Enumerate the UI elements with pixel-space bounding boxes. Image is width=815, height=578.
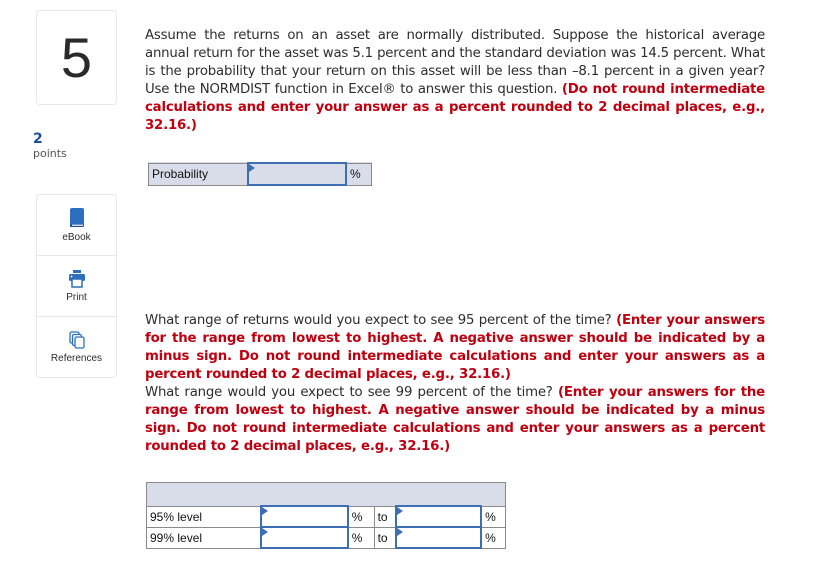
range-95-high-input[interactable] <box>397 507 481 526</box>
range-95-high-cell[interactable] <box>395 505 483 528</box>
print-label: Print <box>66 291 87 303</box>
range-table-header <box>146 482 506 507</box>
question-part2-95-body: What range of returns would you expect t… <box>145 313 617 328</box>
range-95-low-input[interactable] <box>261 507 347 526</box>
probability-label: Probability <box>148 162 249 186</box>
printer-icon <box>68 269 85 288</box>
range-row-label: 99% level <box>145 526 262 549</box>
points-label: points <box>33 147 67 160</box>
range-table: 95% level % to % 99% level % to % <box>145 482 507 549</box>
range-header-cell <box>146 482 506 507</box>
print-button[interactable]: Print <box>37 256 116 317</box>
range-unit: % <box>480 505 507 528</box>
question-part1-text: Assume the returns on an asset are norma… <box>145 27 765 135</box>
tools-panel: eBook Print References <box>36 194 117 378</box>
probability-row: Probability % <box>148 162 372 186</box>
ebook-label: eBook <box>62 231 91 243</box>
range-row-95: 95% level % to % <box>145 505 507 528</box>
probability-input-cell[interactable] <box>247 162 347 186</box>
book-icon <box>69 207 84 227</box>
range-separator: to <box>373 505 397 528</box>
ebook-button[interactable]: eBook <box>37 195 116 256</box>
question-number: 5 <box>60 25 93 89</box>
references-icon <box>68 330 85 349</box>
range-unit: % <box>347 526 375 549</box>
range-row-99: 99% level % to % <box>145 526 507 549</box>
range-99-low-cell[interactable] <box>259 526 349 549</box>
range-unit: % <box>347 505 375 528</box>
range-unit: % <box>480 526 507 549</box>
range-99-high-cell[interactable] <box>395 526 483 549</box>
range-99-low-input[interactable] <box>261 528 347 547</box>
points-value: 2 <box>33 131 43 147</box>
references-label: References <box>50 352 103 364</box>
range-row-label: 95% level <box>145 505 262 528</box>
question-part2-text: What range of returns would you expect t… <box>145 312 765 456</box>
probability-input[interactable] <box>249 165 345 183</box>
range-99-high-input[interactable] <box>397 528 481 547</box>
range-separator: to <box>373 526 397 549</box>
probability-table: Probability % <box>148 162 372 186</box>
question-part2-99-body: What range would you expect to see 99 pe… <box>145 385 558 400</box>
references-button[interactable]: References <box>37 317 116 377</box>
points-indicator: 2 points <box>33 131 67 161</box>
range-95-low-cell[interactable] <box>259 505 349 528</box>
probability-unit: % <box>345 162 372 186</box>
question-number-card: 5 <box>36 10 117 105</box>
